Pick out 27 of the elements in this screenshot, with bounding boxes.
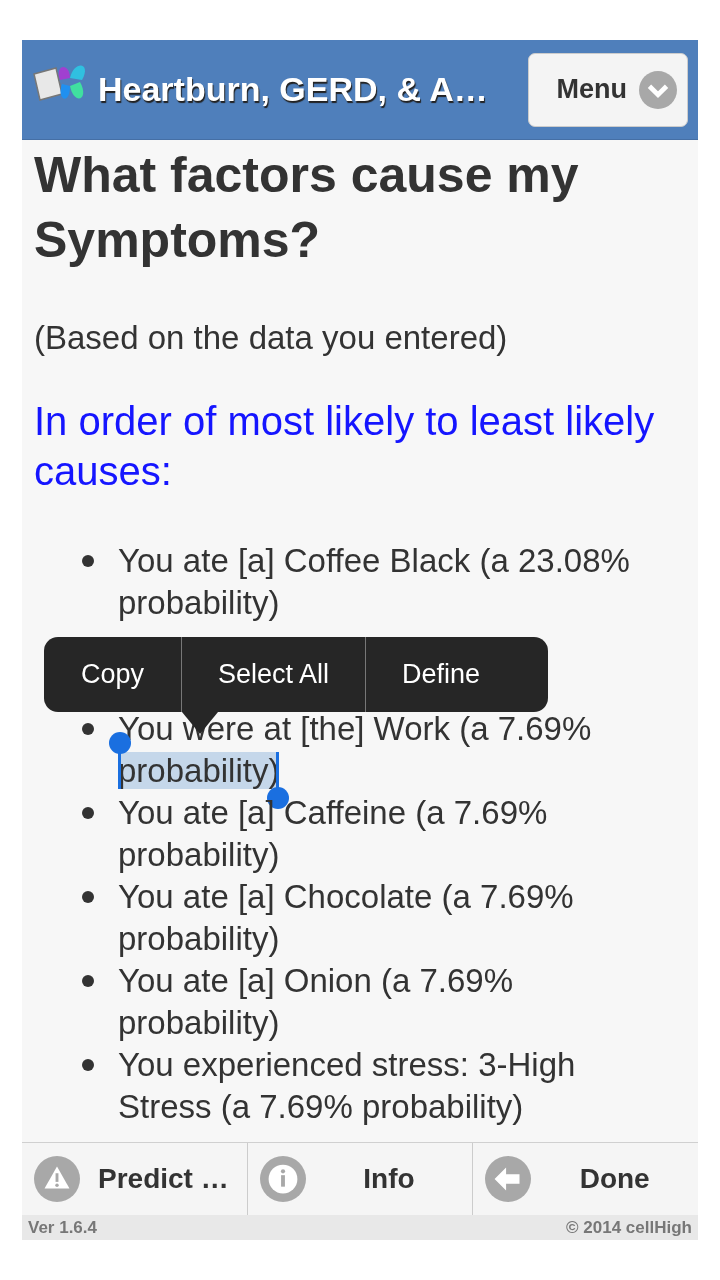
chevron-down-icon: [639, 70, 677, 109]
cause-item: You ate [a] Onion (a 7.69% probability): [118, 961, 515, 1043]
toolbar-button[interactable]: Info: [305, 1163, 473, 1195]
note-text: (Based on the data you entered): [34, 318, 509, 358]
cause-item: You ate [a] Coffee Black (a 23.08% probability): [118, 541, 631, 623]
menu-button[interactable]: Menu: [527, 52, 688, 127]
bullet-dot: [82, 891, 94, 903]
menu-item[interactable]: Select All: [182, 637, 366, 712]
bullet-dot: [82, 723, 94, 735]
menu-item[interactable]: Copy: [44, 637, 182, 712]
section-heading: In order of most likely to least likely causes:: [34, 398, 656, 495]
bullet-dot: [82, 975, 94, 987]
menu-item[interactable]: Define: [366, 637, 517, 712]
cause-item: You experienced stress: 3-High Stress (a 7.69% probability): [118, 1045, 577, 1127]
cause-item: You ate [a] Caffeine (a 7.69% probability): [118, 793, 549, 875]
page-heading: What factors cause my Symptoms?: [34, 146, 580, 270]
info-icon[interactable]: [259, 1156, 306, 1202]
bullet-dot: [82, 555, 94, 567]
toolbar-button[interactable]: Predict …: [80, 1163, 247, 1195]
bullet-dot: [82, 1059, 94, 1071]
cause-item: You ate [a] Chocolate (a 7.69% probability): [118, 877, 575, 959]
toolbar-button[interactable]: Done: [531, 1163, 698, 1195]
copyright-text: © 2014 cellHigh: [566, 1217, 692, 1238]
app-title: Heartburn, GERD, & A…: [98, 70, 489, 109]
version-text: Ver 1.6.4: [28, 1217, 97, 1238]
warning-icon[interactable]: [34, 1156, 80, 1202]
bullet-dot: [82, 807, 94, 819]
